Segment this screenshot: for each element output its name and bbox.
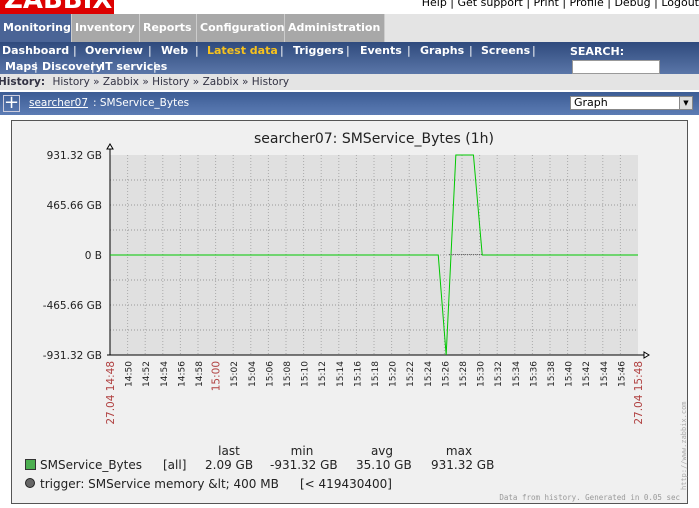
x-tick-label: 15:26 bbox=[441, 361, 451, 387]
x-tick-label: 15:32 bbox=[494, 361, 504, 387]
x-tick-label: 14:50 bbox=[125, 361, 135, 387]
watermark: http://www.zabbix.com bbox=[680, 401, 688, 490]
x-tick-label: 15:44 bbox=[600, 361, 610, 387]
x-tick-label: 15:00 bbox=[211, 361, 223, 391]
graph-chart: searcher07: SMService_Bytes (1h) 931.32 G… bbox=[25, 131, 688, 502]
x-tick-label: 15:08 bbox=[283, 361, 293, 387]
legend-scope: [all] bbox=[163, 458, 186, 472]
legend-header-max: max bbox=[446, 444, 472, 458]
x-tick-label: 15:42 bbox=[582, 361, 592, 387]
y-tick-label: 0 B bbox=[85, 250, 102, 262]
legend-avg: 35.10 GB bbox=[356, 458, 412, 472]
x-tick-label: 15:06 bbox=[265, 361, 275, 387]
y-axis-arrow bbox=[106, 143, 114, 150]
x-tick-label: 15:10 bbox=[301, 361, 311, 387]
x-end-label: 27.04 15:48 bbox=[633, 361, 645, 425]
x-tick-label: 15:02 bbox=[230, 361, 240, 387]
trigger-label: trigger: SMService memory &lt; 400 MB bbox=[40, 477, 279, 491]
footer-note: Data from history. Generated in 0.05 sec bbox=[499, 493, 680, 502]
x-tick-label: 15:24 bbox=[424, 361, 434, 387]
x-tick-label: 14:58 bbox=[195, 361, 205, 387]
x-tick-label: 15:04 bbox=[248, 361, 258, 387]
x-tick-label: 15:22 bbox=[406, 361, 416, 387]
x-tick-label: 15:14 bbox=[336, 361, 346, 387]
x-tick-label: 15:18 bbox=[371, 361, 381, 387]
x-tick-label: 14:56 bbox=[177, 361, 187, 387]
legend-header-last: last bbox=[218, 444, 240, 458]
x-tick-label: 15:34 bbox=[512, 361, 522, 387]
trigger-value: [< 419430400] bbox=[300, 477, 392, 491]
x-tick-label: 15:16 bbox=[353, 361, 363, 387]
x-axis-arrow bbox=[643, 351, 650, 359]
legend-name: SMService_Bytes bbox=[40, 458, 142, 472]
legend-min: -931.32 GB bbox=[270, 458, 338, 472]
x-tick-label: 14:54 bbox=[160, 361, 170, 387]
y-tick-label: 465.66 GB bbox=[47, 200, 102, 212]
x-tick-label: 15:12 bbox=[318, 361, 328, 387]
x-tick-label: 15:30 bbox=[477, 361, 487, 387]
x-tick-label: 15:40 bbox=[565, 361, 575, 387]
x-tick-label: 15:36 bbox=[529, 361, 539, 387]
y-tick-label: -931.32 GB bbox=[43, 350, 102, 362]
x-start-label: 27.04 14:48 bbox=[105, 361, 117, 425]
y-tick-label: -465.66 GB bbox=[43, 300, 102, 312]
x-tick-label: 15:28 bbox=[459, 361, 469, 387]
y-tick-label: 931.32 GB bbox=[47, 150, 102, 162]
legend-max: 931.32 GB bbox=[431, 458, 494, 472]
legend-header-avg: avg bbox=[371, 444, 393, 458]
trigger-icon bbox=[25, 478, 35, 488]
x-tick-label: 15:46 bbox=[617, 361, 627, 387]
x-tick-label: 15:38 bbox=[547, 361, 557, 387]
chart-title: searcher07: SMService_Bytes (1h) bbox=[254, 131, 494, 147]
legend-swatch bbox=[25, 459, 36, 470]
x-tick-label: 14:52 bbox=[142, 361, 152, 387]
x-tick-label: 15:20 bbox=[389, 361, 399, 387]
legend-last: 2.09 GB bbox=[205, 458, 253, 472]
legend-header-min: min bbox=[291, 444, 314, 458]
